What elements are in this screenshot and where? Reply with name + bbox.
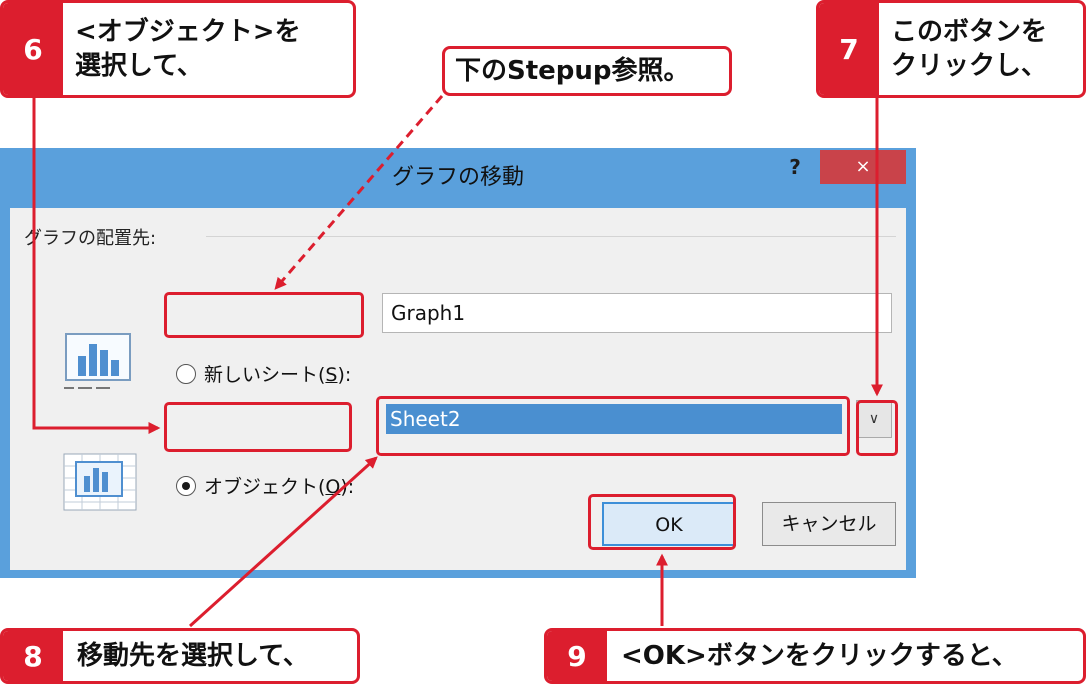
highlight-dropdown-button	[856, 400, 898, 456]
callout-text: 下のStepup参照。	[455, 56, 690, 86]
radio-object[interactable]: オブジェクト(O):	[176, 472, 354, 499]
step-number: 9	[547, 631, 607, 681]
callout-text-line-1: <オブジェクト>を	[75, 17, 301, 47]
group-divider	[206, 236, 896, 237]
callout-text-line-2: 選択して、	[75, 51, 203, 81]
close-button[interactable]: ×	[820, 150, 906, 184]
callout-step-7: 7 このボタンを クリックし、	[816, 0, 1086, 98]
callout-text-line-2: クリックし、	[891, 51, 1048, 81]
new-sheet-name-input[interactable]: Graph1	[382, 293, 892, 333]
step-number: 8	[3, 631, 63, 681]
highlight-new-sheet	[164, 292, 364, 338]
step-number: 6	[3, 3, 63, 95]
callout-text: <オブジェクト>を 選択して、	[75, 3, 301, 95]
step-number: 7	[819, 3, 879, 95]
callout-note: 下のStepup参照。	[442, 46, 732, 96]
highlight-combobox	[376, 396, 850, 456]
help-button[interactable]: ?	[780, 152, 810, 182]
radio-new-sheet[interactable]: 新しいシート(S):	[176, 360, 351, 387]
radio-object-label: オブジェクト(O):	[204, 476, 355, 498]
cancel-button[interactable]: キャンセル	[762, 502, 896, 546]
radio-new-sheet-label: 新しいシート(S):	[204, 364, 352, 386]
move-chart-dialog: グラフの移動 ? × グラフの配置先: 新しいシート(S): オブジェクト(O)…	[0, 148, 916, 578]
highlight-ok-button	[588, 494, 736, 550]
group-label: グラフの配置先:	[24, 228, 157, 249]
callout-text-line-1: このボタンを	[891, 17, 1048, 47]
highlight-object	[164, 402, 352, 452]
new-sheet-chart-icon	[64, 333, 131, 389]
callout-step-9: 9 <OK>ボタンをクリックすると、	[544, 628, 1086, 684]
callout-text: このボタンを クリックし、	[891, 3, 1047, 95]
callout-text: 移動先を選択して、	[77, 641, 309, 671]
callout-text: <OK>ボタンをクリックすると、	[621, 641, 1018, 671]
dialog-title: グラフの移動	[391, 165, 524, 190]
callout-step-8: 8 移動先を選択して、	[0, 628, 360, 684]
object-chart-icon	[63, 453, 137, 511]
radio-new-sheet-circle[interactable]	[176, 363, 196, 384]
callout-step-6: 6 <オブジェクト>を 選択して、	[0, 0, 356, 98]
radio-object-circle[interactable]	[176, 475, 196, 496]
dialog-body: グラフの配置先: 新しいシート(S): オブジェクト(O): Graph1 Sh…	[10, 208, 906, 570]
